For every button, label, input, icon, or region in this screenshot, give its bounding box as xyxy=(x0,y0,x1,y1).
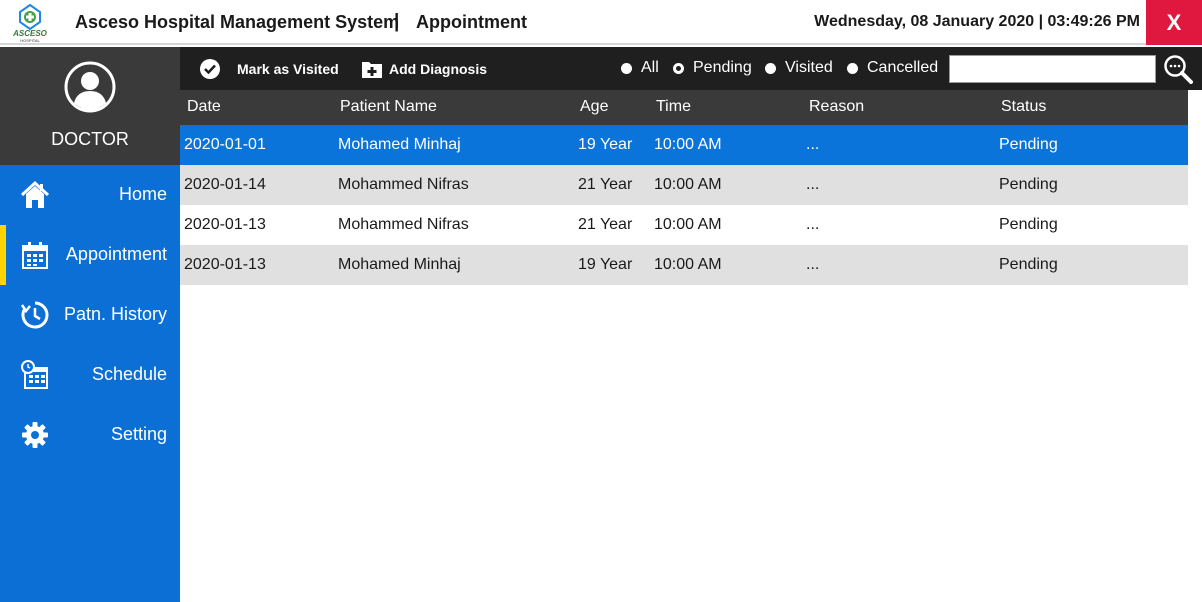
gear-icon xyxy=(22,422,48,448)
filter-all-radio[interactable]: All xyxy=(621,59,659,77)
radio-dot xyxy=(765,62,776,74)
cell-age: 21 Year xyxy=(578,216,633,233)
table-row[interactable]: 2020-01-13 Mohamed Minhaj 19 Year 10:00 … xyxy=(180,245,1188,285)
schedule-icon xyxy=(21,360,48,389)
cell-time: 10:00 AM xyxy=(654,176,722,193)
cell-date: 2020-01-13 xyxy=(184,216,266,233)
search-input[interactable] xyxy=(949,55,1156,83)
active-indicator xyxy=(0,225,6,285)
logo-text: ASCESO xyxy=(13,29,47,38)
cell-reason: ... xyxy=(806,256,820,273)
sidebar-item-patient-history[interactable]: Patn. History xyxy=(0,285,180,345)
filter-visited-radio[interactable]: Visited xyxy=(765,59,833,77)
sidebar-item-setting[interactable]: Setting xyxy=(0,405,180,465)
app-title: Asceso Hospital Management System xyxy=(75,12,400,32)
table-row[interactable]: 2020-01-01 Mohamed Minhaj 19 Year 10:00 … xyxy=(180,125,1188,165)
table-row[interactable]: 2020-01-14 Mohammed Nifras 21 Year 10:00… xyxy=(180,165,1188,205)
column-header-age[interactable]: Age xyxy=(580,98,608,116)
search-icon[interactable] xyxy=(1162,54,1194,84)
radio-dot-selected xyxy=(673,62,684,74)
sidebar-item-label: Schedule xyxy=(91,364,167,384)
cell-date: 2020-01-13 xyxy=(184,256,266,273)
radio-dot xyxy=(621,62,632,74)
logo-subtext: HOSPITAL xyxy=(20,38,40,43)
add-folder-icon xyxy=(362,62,382,78)
profile-panel: DOCTOR xyxy=(0,47,180,165)
cell-age: 19 Year xyxy=(578,136,633,153)
column-header-reason[interactable]: Reason xyxy=(809,98,864,116)
user-avatar-icon xyxy=(64,61,116,113)
cell-reason: ... xyxy=(806,216,820,233)
filter-pending-radio[interactable]: Pending xyxy=(673,59,752,77)
close-button[interactable]: X xyxy=(1146,0,1202,45)
radio-label: Visited xyxy=(785,59,833,76)
cell-time: 10:00 AM xyxy=(654,256,722,273)
cell-patient-name: Mohamed Minhaj xyxy=(338,136,461,153)
radio-label: All xyxy=(641,59,659,76)
sidebar-item-label: Home xyxy=(118,184,167,204)
mark-visited-button[interactable]: Mark as Visited xyxy=(199,56,339,82)
cell-time: 10:00 AM xyxy=(654,216,722,233)
check-circle-icon xyxy=(200,59,220,79)
title-bar: ASCESO HOSPITAL Asceso Hospital Manageme… xyxy=(0,0,1202,45)
logo-emblem-icon xyxy=(19,3,41,31)
cell-patient-name: Mohamed Minhaj xyxy=(338,256,461,273)
page-title: Appointment xyxy=(416,12,527,32)
sidebar-item-home[interactable]: Home xyxy=(0,165,180,225)
table-row[interactable]: 2020-01-13 Mohammed Nifras 21 Year 10:00… xyxy=(180,205,1188,245)
column-header-date[interactable]: Date xyxy=(187,98,221,116)
column-header-patient-name[interactable]: Patient Name xyxy=(340,98,437,116)
cell-status: Pending xyxy=(999,136,1058,153)
filter-cancelled-radio[interactable]: Cancelled xyxy=(847,59,938,77)
cell-time: 10:00 AM xyxy=(654,136,722,153)
cell-status: Pending xyxy=(999,176,1058,193)
history-icon xyxy=(20,301,49,329)
sidebar-item-label: Setting xyxy=(110,424,167,444)
table-header: Date Patient Name Age Time Reason Status xyxy=(180,90,1188,125)
radio-dot xyxy=(847,62,858,74)
user-role: DOCTOR xyxy=(51,129,129,149)
mark-visited-label: Mark as Visited xyxy=(237,61,339,77)
column-header-status[interactable]: Status xyxy=(1001,98,1046,116)
cell-status: Pending xyxy=(999,216,1058,233)
cell-patient-name: Mohammed Nifras xyxy=(338,216,469,233)
column-header-time[interactable]: Time xyxy=(656,98,691,116)
datetime-display: Wednesday, 08 January 2020 | 03:49:26 PM xyxy=(814,13,1140,30)
cell-date: 2020-01-14 xyxy=(184,176,266,193)
sidebar-item-label: Patn. History xyxy=(63,304,167,324)
add-diagnosis-button[interactable]: Add Diagnosis xyxy=(361,56,487,82)
hospital-logo: ASCESO HOSPITAL xyxy=(8,2,52,43)
sidebar-item-label: Appointment xyxy=(65,244,167,264)
radio-label: Pending xyxy=(693,59,752,76)
toolbar: Mark as Visited Add Diagnosis All Pendin… xyxy=(180,47,1202,90)
sidebar: Home Appointment Patn. History Schedule … xyxy=(0,165,180,602)
home-icon xyxy=(20,180,50,208)
calendar-icon xyxy=(22,242,48,269)
cell-reason: ... xyxy=(806,176,820,193)
radio-label: Cancelled xyxy=(867,59,939,76)
cell-reason: ... xyxy=(806,136,820,153)
title-separator: | xyxy=(394,11,400,32)
cell-patient-name: Mohammed Nifras xyxy=(338,176,469,193)
sidebar-item-appointment[interactable]: Appointment xyxy=(0,225,180,285)
cell-age: 21 Year xyxy=(578,176,633,193)
add-diagnosis-label: Add Diagnosis xyxy=(389,61,488,77)
cell-status: Pending xyxy=(999,256,1058,273)
cell-age: 19 Year xyxy=(578,256,633,273)
sidebar-item-schedule[interactable]: Schedule xyxy=(0,345,180,405)
cell-date: 2020-01-01 xyxy=(184,136,266,153)
